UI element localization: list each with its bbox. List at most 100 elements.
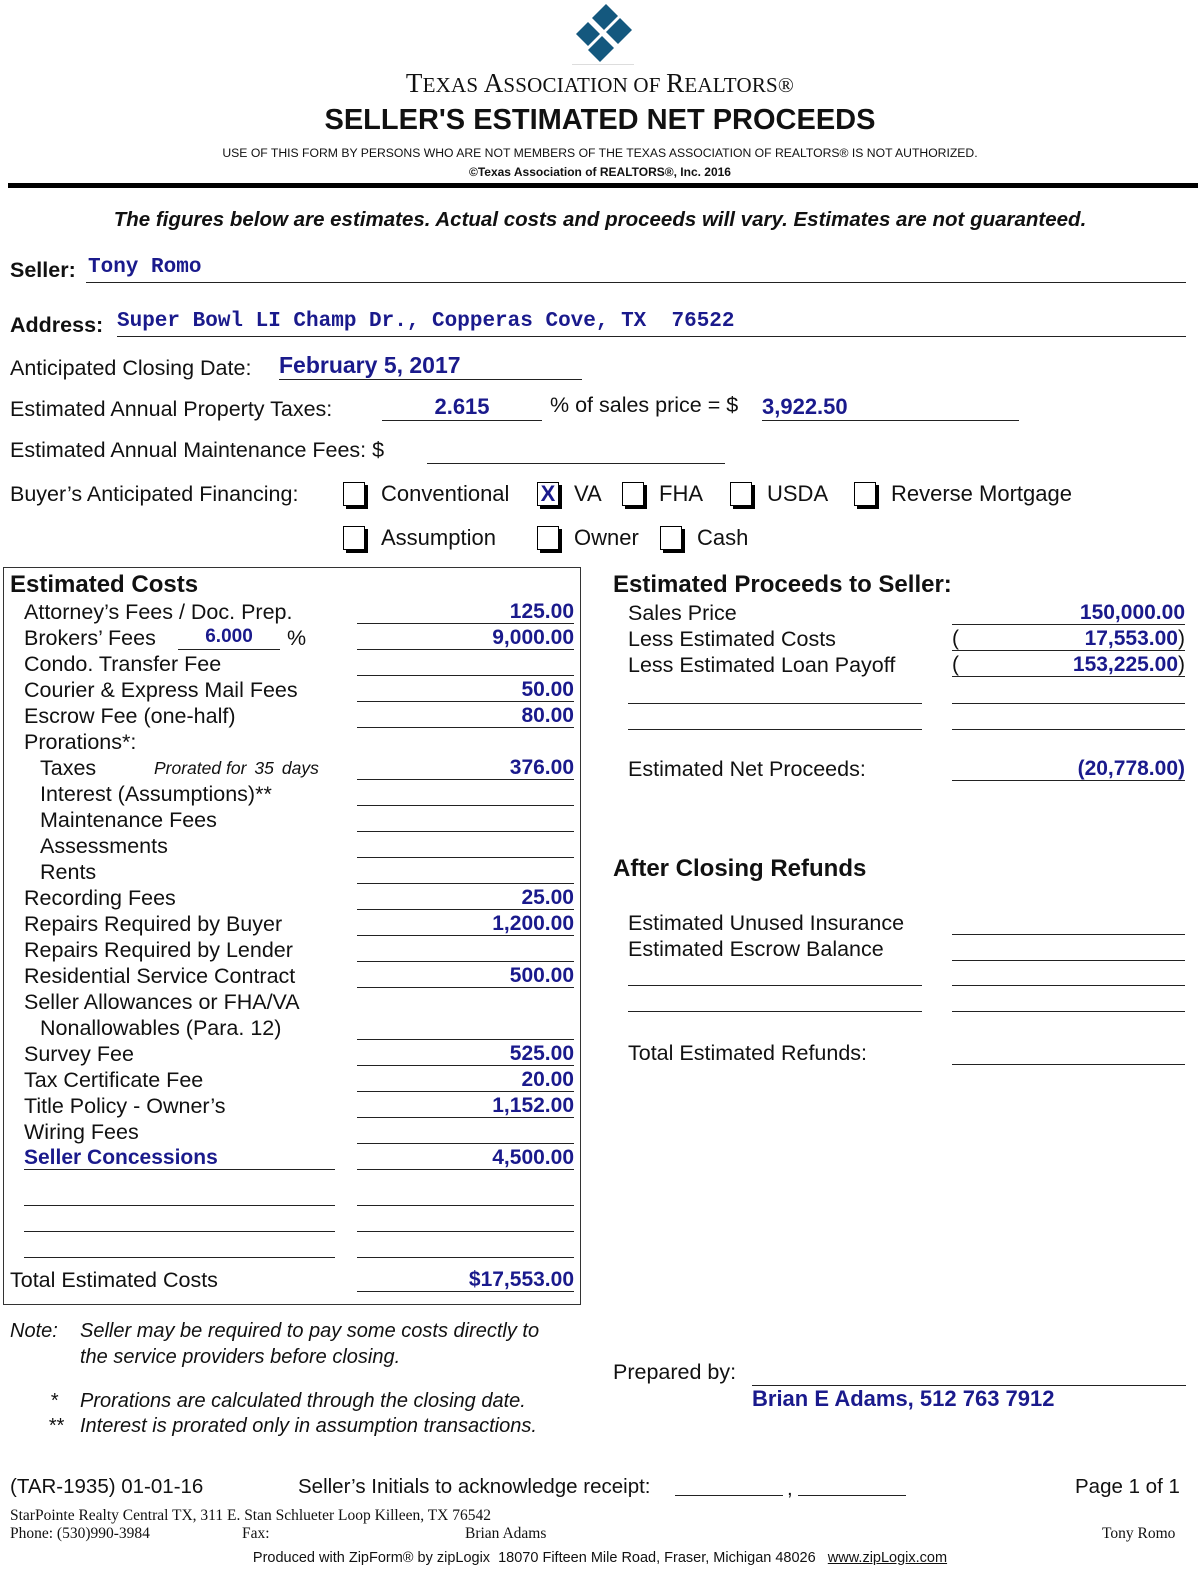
total-costs-label: Total Estimated Costs bbox=[10, 1268, 218, 1292]
cost-amount-field[interactable] bbox=[357, 1208, 574, 1232]
checkbox-owner[interactable] bbox=[537, 526, 559, 550]
cost-item-label: Prorations*: bbox=[24, 730, 137, 754]
refunds-custom-amount-line-2[interactable] bbox=[952, 1011, 1185, 1012]
cost-amount-field[interactable]: 125.00 bbox=[357, 600, 574, 624]
sales-price-label: Sales Price bbox=[628, 601, 737, 625]
cost-amount-field[interactable]: 376.00 bbox=[357, 756, 574, 780]
address-field[interactable]: Super Bowl LI Champ Dr., Copperas Cove, … bbox=[117, 310, 1186, 337]
custom-cost-label-field[interactable] bbox=[24, 1234, 335, 1258]
checkbox-va[interactable]: X bbox=[537, 481, 559, 506]
property-tax-amount-field[interactable]: 3,922.50 bbox=[762, 394, 1019, 421]
cost-amount-field[interactable] bbox=[357, 808, 574, 832]
checkbox-label-cash: Cash bbox=[697, 525, 749, 550]
cost-amount-field[interactable] bbox=[357, 652, 574, 676]
cost-item-label: Escrow Fee (one-half) bbox=[24, 704, 236, 728]
sales-price-field[interactable]: 150,000.00 bbox=[952, 601, 1185, 625]
total-refunds-field[interactable] bbox=[952, 1041, 1185, 1065]
initials-separator: , bbox=[787, 1477, 793, 1500]
prorations-note: Prorations are calculated through the cl… bbox=[80, 1390, 526, 1412]
unused-insurance-field[interactable] bbox=[952, 911, 1185, 935]
cost-item-label: Rents bbox=[40, 860, 97, 884]
cost-amount-field[interactable] bbox=[357, 1234, 574, 1258]
checkbox-conventional[interactable] bbox=[343, 482, 365, 506]
maintenance-fees-field[interactable] bbox=[427, 437, 725, 464]
star1-marker: * bbox=[50, 1390, 58, 1412]
total-refunds-label: Total Estimated Refunds: bbox=[628, 1041, 868, 1065]
checkbox-fha[interactable] bbox=[622, 482, 644, 506]
cost-amount-field[interactable] bbox=[357, 782, 574, 806]
cost-amount-field[interactable]: 500.00 bbox=[357, 964, 574, 988]
checkbox-assumption[interactable] bbox=[343, 526, 365, 550]
note-label: Note: bbox=[10, 1320, 58, 1342]
refunds-custom-label-line-1[interactable] bbox=[628, 985, 922, 986]
checkbox-label-fha: FHA bbox=[659, 481, 703, 506]
less-costs-label: Less Estimated Costs bbox=[628, 627, 836, 651]
estimated-costs-heading: Estimated Costs bbox=[10, 571, 199, 598]
cost-amount-field[interactable]: 525.00 bbox=[357, 1042, 574, 1066]
cost-amount-field[interactable] bbox=[357, 1182, 574, 1206]
less-costs-field[interactable]: (17,553.00) bbox=[952, 627, 1185, 651]
cost-amount-field[interactable]: 80.00 bbox=[357, 704, 574, 728]
cost-item-label: Tax Certificate Fee bbox=[24, 1068, 204, 1092]
note-line-2: the service providers before closing. bbox=[80, 1346, 401, 1368]
net-proceeds-field[interactable]: (20,778.00) bbox=[952, 757, 1185, 781]
cost-amount-field[interactable] bbox=[357, 1120, 574, 1144]
custom-cost-label-field[interactable] bbox=[24, 1182, 335, 1206]
cost-amount-field[interactable]: 20.00 bbox=[357, 1068, 574, 1092]
broker-phone: Phone: (530)990-3984 bbox=[10, 1525, 150, 1542]
proceeds-custom-label-line-1[interactable] bbox=[628, 703, 922, 704]
cost-amount-field[interactable]: 9,000.00 bbox=[357, 626, 574, 650]
seller-field[interactable]: Tony Romo bbox=[86, 256, 1186, 283]
usage-notice: USE OF THIS FORM BY PERSONS WHO ARE NOT … bbox=[222, 146, 978, 160]
proration-days-value[interactable]: 35 bbox=[254, 758, 273, 778]
percent-sign: % bbox=[287, 626, 307, 650]
cost-amount-field[interactable]: 1,200.00 bbox=[357, 912, 574, 936]
custom-cost-label-field[interactable]: Seller Concessions bbox=[24, 1146, 335, 1170]
closing-date-field[interactable]: February 5, 2017 bbox=[279, 352, 582, 380]
checkbox-usda[interactable] bbox=[730, 482, 752, 506]
checkbox-label-reverse-mortgage: Reverse Mortgage bbox=[891, 481, 1072, 506]
cost-amount-field[interactable] bbox=[357, 860, 574, 884]
tar-logo-icon bbox=[572, 2, 636, 66]
property-tax-percent-field[interactable]: 2.615 bbox=[382, 394, 542, 421]
checkbox-reverse-mortgage[interactable] bbox=[854, 482, 876, 506]
less-loan-field[interactable]: (153,225.00) bbox=[952, 653, 1185, 677]
proceeds-custom-amount-line-1[interactable] bbox=[952, 703, 1185, 704]
logo-divider bbox=[572, 64, 634, 65]
property-tax-percent-value: 2.615 bbox=[434, 394, 490, 419]
interest-note: Interest is prorated only in assumption … bbox=[80, 1415, 537, 1437]
cost-item-label: Residential Service Contract bbox=[24, 964, 296, 988]
page-number: Page 1 of 1 bbox=[1075, 1475, 1180, 1498]
seller-initials-field-2[interactable] bbox=[798, 1495, 906, 1496]
proceeds-custom-amount-line-2[interactable] bbox=[952, 729, 1185, 730]
cost-item-label: Recording Fees bbox=[24, 886, 176, 910]
cost-amount-field[interactable]: 25.00 bbox=[357, 886, 574, 910]
proration-suffix: days bbox=[281, 758, 319, 778]
cost-amount-field[interactable] bbox=[357, 834, 574, 858]
escrow-balance-field[interactable] bbox=[952, 937, 1185, 961]
cost-amount-field[interactable] bbox=[357, 938, 574, 962]
proceeds-custom-label-line-2[interactable] bbox=[628, 729, 922, 730]
address-label: Address: bbox=[10, 313, 104, 337]
cost-amount-field[interactable]: 50.00 bbox=[357, 678, 574, 702]
cost-item-label: Title Policy - Owner’s bbox=[24, 1094, 226, 1118]
custom-cost-label-field[interactable] bbox=[24, 1208, 335, 1232]
cost-amount-field[interactable] bbox=[357, 1016, 574, 1040]
brokers-fee-percent-field[interactable]: 6.000 bbox=[178, 626, 280, 650]
cost-item-label: Taxes bbox=[40, 756, 97, 780]
seller-initials-field-1[interactable] bbox=[675, 1495, 783, 1496]
ziplogix-link[interactable]: www.zipLogix.com bbox=[828, 1550, 947, 1566]
estimates-disclaimer: The figures below are estimates. Actual … bbox=[113, 208, 1087, 231]
checkbox-label-usda: USDA bbox=[767, 481, 829, 506]
open-paren: ( bbox=[952, 653, 959, 676]
cost-amount-field[interactable]: 1,152.00 bbox=[357, 1094, 574, 1118]
refunds-custom-label-line-2[interactable] bbox=[628, 1011, 922, 1012]
total-costs-field[interactable]: $17,553.00 bbox=[357, 1268, 574, 1292]
refunds-custom-amount-line-1[interactable] bbox=[952, 985, 1185, 986]
cost-amount-field[interactable]: 4,500.00 bbox=[357, 1146, 574, 1170]
prepared-by-signature-line[interactable] bbox=[752, 1360, 1186, 1386]
proration-days-note: Prorated for 35 days bbox=[154, 758, 319, 779]
proration-prefix: Prorated for bbox=[154, 758, 247, 778]
checkbox-cash[interactable] bbox=[660, 526, 682, 550]
client-name: Tony Romo bbox=[1102, 1525, 1176, 1542]
